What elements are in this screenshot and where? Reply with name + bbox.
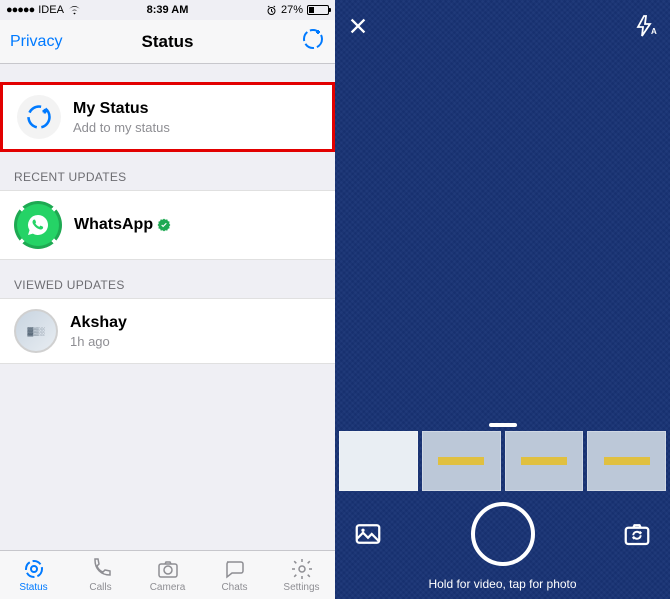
photo-thumb[interactable]: [422, 431, 501, 491]
gallery-button[interactable]: [353, 519, 383, 549]
recent-photos-strip[interactable]: [335, 431, 670, 491]
alarm-icon: [266, 5, 277, 16]
phone-icon: [89, 557, 113, 581]
section-recent: RECENT UPDATES: [0, 152, 335, 190]
wifi-icon: [68, 5, 81, 15]
photo-thumb[interactable]: [505, 431, 584, 491]
camera-icon: [156, 557, 180, 581]
clock: 8:39 AM: [147, 4, 189, 16]
verified-icon: [157, 218, 171, 232]
photo-thumb[interactable]: [339, 431, 418, 491]
flash-button[interactable]: A: [634, 14, 658, 43]
tab-camera[interactable]: Camera: [134, 551, 201, 599]
flip-camera-button[interactable]: [622, 519, 652, 549]
chats-icon: [223, 557, 247, 581]
tab-calls[interactable]: Calls: [67, 551, 134, 599]
tab-settings[interactable]: Settings: [268, 551, 335, 599]
gallery-icon: [353, 519, 383, 549]
signal-dots: ●●●●●: [6, 4, 34, 16]
battery-icon: [307, 5, 329, 15]
camera-screen: A Hold for video, tap for photo: [335, 0, 670, 599]
shutter-button[interactable]: [471, 502, 535, 566]
tab-status[interactable]: Status: [0, 551, 67, 599]
flip-camera-icon: [622, 519, 652, 549]
viewed-avatar: ▓▒░: [14, 309, 58, 353]
gear-icon: [290, 557, 314, 581]
my-status-row[interactable]: My Status Add to my status: [0, 82, 335, 152]
photo-thumb[interactable]: [587, 431, 666, 491]
status-row-akshay[interactable]: ▓▒░ Akshay 1h ago: [0, 298, 335, 364]
status-screen: ●●●●● IDEA 8:39 AM 27% Privacy Status My…: [0, 0, 335, 599]
whatsapp-icon: [26, 213, 50, 237]
camera-hint: Hold for video, tap for photo: [335, 577, 670, 591]
section-viewed: VIEWED UPDATES: [0, 260, 335, 298]
status-list: My Status Add to my status RECENT UPDATE…: [0, 64, 335, 550]
flash-auto-icon: A: [634, 14, 658, 38]
svg-text:A: A: [651, 27, 657, 36]
status-compose-icon: [301, 27, 325, 51]
battery-pct: 27%: [281, 4, 303, 16]
ios-status-bar: ●●●●● IDEA 8:39 AM 27%: [0, 0, 335, 20]
close-icon: [347, 15, 369, 37]
my-status-title: My Status: [73, 100, 170, 118]
status-time: 1h ago: [70, 334, 127, 349]
page-title: Status: [142, 32, 194, 52]
close-button[interactable]: [347, 15, 369, 42]
my-status-subtitle: Add to my status: [73, 120, 170, 135]
status-add-icon: [25, 103, 53, 131]
carrier-label: IDEA: [38, 4, 64, 16]
status-name: WhatsApp: [74, 216, 171, 234]
status-tab-icon: [22, 557, 46, 581]
status-row-whatsapp[interactable]: WhatsApp: [0, 190, 335, 260]
new-status-button[interactable]: [301, 27, 325, 56]
status-ring: [14, 201, 62, 249]
whatsapp-avatar: [17, 204, 59, 246]
privacy-link[interactable]: Privacy: [10, 33, 62, 51]
my-status-avatar: [17, 95, 61, 139]
swipe-handle[interactable]: [489, 423, 517, 427]
nav-bar: Privacy Status: [0, 20, 335, 64]
tab-bar: Status Calls Camera Chats Settings: [0, 550, 335, 599]
status-name: Akshay: [70, 314, 127, 332]
tab-chats[interactable]: Chats: [201, 551, 268, 599]
